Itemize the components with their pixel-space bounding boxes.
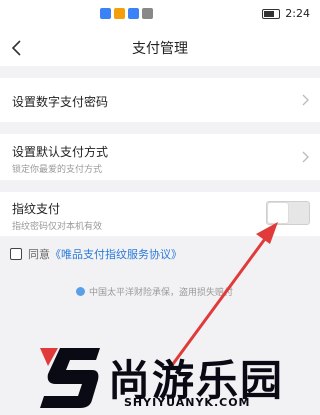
toggle-knob (268, 203, 288, 223)
row-subtitle: 指纹密码仅对本机有效 (12, 222, 103, 232)
insurance-note: 中国太平洋财险承保，盗用损失赔付 (76, 285, 233, 298)
shield-icon (76, 287, 85, 296)
chevron-right-icon (302, 94, 309, 106)
page-title: 支付管理 (132, 41, 188, 57)
default-payment-row[interactable]: 设置默认支付方式 锁定你最爱的支付方式 (0, 134, 320, 180)
set-pin-row[interactable]: 设置数字支付密码 (0, 78, 320, 122)
app-icon (128, 8, 139, 19)
app-icon (114, 8, 125, 19)
chevron-right-icon (302, 151, 309, 163)
row-subtitle: 锁定你最爱的支付方式 (12, 165, 103, 175)
agreement-link[interactable]: 《唯品支付指纹服务协议》 (50, 246, 182, 262)
row-title: 设置数字支付密码 (12, 95, 109, 109)
agree-prefix: 同意 (28, 248, 50, 261)
battery-icon (262, 8, 281, 19)
row-title: 指纹支付 (12, 202, 61, 216)
watermark-domain: SHYIYUANYK.COM (124, 396, 251, 409)
app-icon (142, 8, 153, 19)
fingerprint-toggle[interactable] (266, 201, 310, 225)
clock: 2:24 (285, 7, 310, 20)
row-title: 设置默认支付方式 (12, 145, 109, 159)
nav-bar: 支付管理 (0, 30, 320, 66)
app-icon (100, 8, 111, 19)
agreement-line: 同意 《唯品支付指纹服务协议》 (10, 246, 182, 262)
status-bar: 2:24 (0, 0, 320, 30)
agree-checkbox[interactable] (10, 248, 22, 260)
status-system-icons: 2:24 (262, 7, 310, 20)
status-notification-icons (100, 8, 153, 19)
insurance-text: 中国太平洋财险承保，盗用损失赔付 (89, 288, 234, 298)
